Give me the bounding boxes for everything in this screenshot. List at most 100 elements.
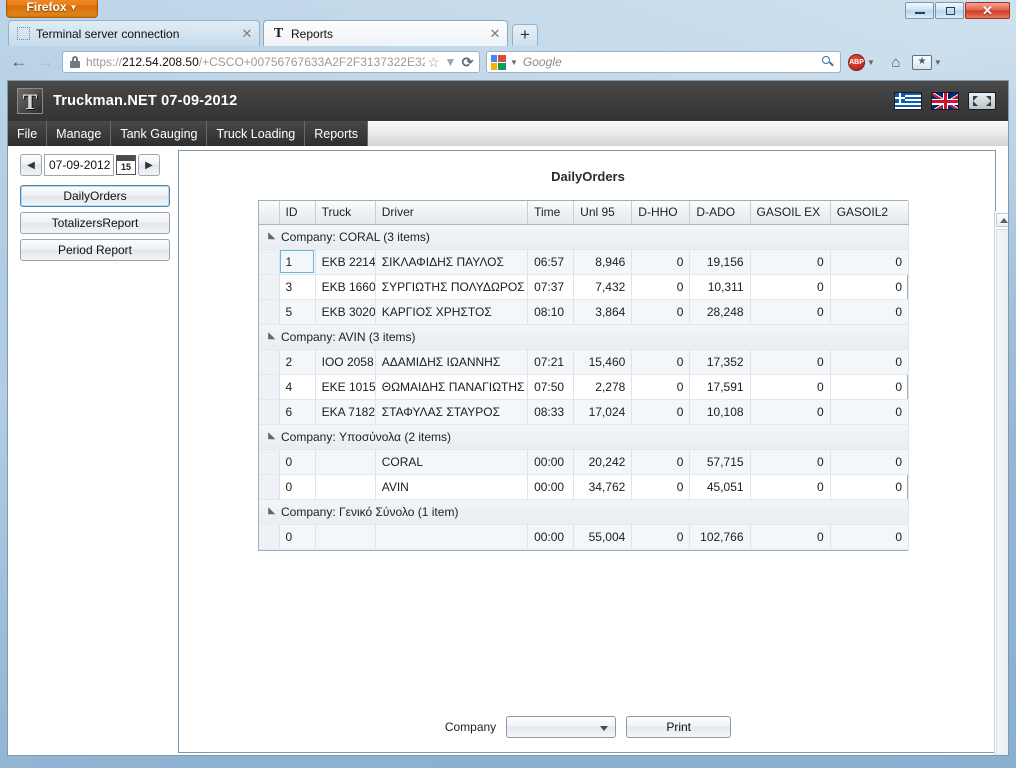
flag-greece-icon[interactable] — [894, 92, 922, 110]
cell-dado[interactable]: 28,248 — [689, 299, 751, 325]
table-row[interactable]: 5 EKB 3020 ΚΑΡΓΙΟΣ ΧΡΗΣΤΟΣ 08:10 3,864 0 28,24… — [259, 299, 910, 325]
cell-truck[interactable]: EKB 3020 — [315, 299, 376, 325]
cell-time[interactable]: 08:10 — [527, 299, 575, 325]
col-header-gasoil2[interactable]: GASOIL2 — [830, 201, 910, 225]
group-header-row[interactable]: Company: CORAL (3 items) — [259, 224, 909, 250]
cell-id[interactable]: 5 — [279, 299, 316, 325]
cell-time[interactable]: 00:00 — [527, 474, 575, 500]
chevron-down-icon[interactable]: ▼ — [442, 55, 459, 69]
cell-dado[interactable]: 10,311 — [689, 274, 751, 300]
cell-gasoil2[interactable]: 0 — [830, 474, 910, 500]
tab-close-icon[interactable]: ✕ — [487, 26, 503, 42]
cell-dado[interactable]: 57,715 — [689, 449, 751, 475]
cell-driver[interactable]: ΚΑΡΓΙΟΣ ΧΡΗΣΤΟΣ — [375, 299, 529, 325]
cell-truck[interactable] — [315, 474, 376, 500]
cell-dhho[interactable]: 0 — [631, 249, 691, 275]
flag-uk-icon[interactable] — [931, 92, 959, 110]
bookmarks-button[interactable]: ★ ▼ — [911, 54, 947, 70]
cell-dhho[interactable]: 0 — [631, 274, 691, 300]
col-header-time[interactable]: Time — [527, 201, 575, 225]
cell-dado[interactable]: 19,156 — [689, 249, 751, 275]
calendar-icon[interactable]: 15 — [116, 155, 136, 175]
cell-dhho[interactable]: 0 — [631, 299, 691, 325]
cell-dhho[interactable]: 0 — [631, 374, 691, 400]
menu-item-tank-gauging[interactable]: Tank Gauging — [111, 121, 208, 146]
cell-time[interactable]: 07:50 — [527, 374, 575, 400]
cell-dhho[interactable]: 0 — [631, 449, 691, 475]
cell-dado[interactable]: 102,766 — [689, 524, 751, 550]
group-header-row[interactable]: Company: Υποσύνολα (2 items) — [259, 424, 909, 450]
triangle-collapse-icon[interactable] — [264, 507, 276, 518]
cell-gasoil2[interactable]: 0 — [830, 449, 910, 475]
tab-close-icon[interactable]: ✕ — [239, 26, 255, 42]
col-header-dhho[interactable]: D-HHO — [631, 201, 691, 225]
date-prev-button[interactable]: ◀ — [20, 154, 42, 176]
cell-gasoil-ex[interactable]: 0 — [750, 299, 831, 325]
table-row[interactable]: 2 IOO 2058 ΑΔΑΜΙΔΗΣ ΙΩΑΝΝΗΣ 07:21 15,460 0 17,… — [259, 349, 910, 375]
cell-id[interactable]: 0 — [279, 449, 316, 475]
table-row[interactable]: 3 EKB 1660 ΣΥΡΓΙΩΤΗΣ ΠΟΛΥΔΩΡΟΣ 07:37 7,432 0 1… — [259, 274, 910, 300]
table-row[interactable]: 1 EKB 2214 ΣΙΚΛΑΦΙΔΗΣ ΠΑΥΛΟΣ 06:57 8,946 0 19,… — [259, 249, 910, 275]
reload-icon[interactable]: ⟳ — [459, 54, 476, 71]
cell-unl95[interactable]: 34,762 — [573, 474, 633, 500]
cell-id[interactable]: 3 — [279, 274, 316, 300]
date-next-button[interactable]: ▶ — [138, 154, 160, 176]
sidebar-item-totalizersreport[interactable]: TotalizersReport — [20, 212, 170, 234]
table-row[interactable]: 0 00:00 55,004 0 102,766 0 0 — [259, 524, 910, 550]
cell-gasoil2[interactable]: 0 — [830, 299, 910, 325]
cell-truck[interactable]: EKB 2214 — [315, 249, 376, 275]
menu-item-file[interactable]: File — [8, 121, 48, 146]
cell-driver[interactable]: ΑΔΑΜΙΔΗΣ ΙΩΑΝΝΗΣ — [375, 349, 529, 375]
cell-id[interactable]: 4 — [279, 374, 316, 400]
table-row[interactable]: 6 EKA 7182 ΣΤΑΦΥΛΑΣ ΣΤΑΥΡΟΣ 08:33 17,024 0 10,… — [259, 399, 910, 425]
cell-unl95[interactable]: 17,024 — [573, 399, 633, 425]
window-close-button[interactable]: ✕ — [965, 2, 1010, 19]
cell-dhho[interactable]: 0 — [631, 399, 691, 425]
magnifier-icon[interactable] — [820, 55, 836, 70]
scroll-up-button[interactable] — [996, 213, 1008, 227]
cell-id[interactable]: 0 — [279, 474, 316, 500]
cell-unl95[interactable]: 2,278 — [573, 374, 633, 400]
cell-truck[interactable]: IOO 2058 — [315, 349, 376, 375]
col-header-truck[interactable]: Truck — [315, 201, 376, 225]
cell-truck[interactable] — [315, 524, 376, 550]
url-bar[interactable]: https://212.54.208.50/+CSCO+00756767633A… — [62, 51, 480, 73]
cell-dhho[interactable]: 0 — [631, 474, 691, 500]
page-scrollbar[interactable] — [994, 211, 1008, 755]
cell-unl95[interactable]: 8,946 — [573, 249, 633, 275]
company-select[interactable] — [506, 716, 617, 738]
cell-truck[interactable]: EKB 1660 — [315, 274, 376, 300]
cell-id[interactable]: 1 — [279, 249, 316, 275]
cell-gasoil2[interactable]: 0 — [830, 399, 910, 425]
col-header-gasoil-ex[interactable]: GASOIL EX — [750, 201, 831, 225]
firefox-app-menu-button[interactable]: Firefox ▼ — [6, 0, 98, 18]
cell-unl95[interactable]: 7,432 — [573, 274, 633, 300]
col-header-driver[interactable]: Driver — [375, 201, 529, 225]
cell-driver[interactable]: CORAL — [375, 449, 529, 475]
sidebar-item-period-report[interactable]: Period Report — [20, 239, 170, 261]
cell-driver[interactable]: ΣΤΑΦΥΛΑΣ ΣΤΑΥΡΟΣ — [375, 399, 529, 425]
cell-gasoil-ex[interactable]: 0 — [750, 249, 831, 275]
search-input[interactable]: Google — [523, 55, 820, 69]
search-bar[interactable]: ▼ Google — [486, 51, 841, 73]
cell-driver[interactable]: ΣΙΚΛΑΦΙΔΗΣ ΠΑΥΛΟΣ — [375, 249, 529, 275]
cell-unl95[interactable]: 55,004 — [573, 524, 633, 550]
cell-truck[interactable]: EKE 1015 — [315, 374, 376, 400]
cell-gasoil-ex[interactable]: 0 — [750, 474, 831, 500]
col-header-dado[interactable]: D-ADO — [689, 201, 751, 225]
cell-time[interactable]: 00:00 — [527, 449, 575, 475]
cell-gasoil2[interactable]: 0 — [830, 374, 910, 400]
cell-unl95[interactable]: 3,864 — [573, 299, 633, 325]
back-button[interactable]: ← — [6, 52, 32, 72]
triangle-collapse-icon[interactable] — [264, 232, 276, 243]
cell-truck[interactable] — [315, 449, 376, 475]
triangle-collapse-icon[interactable] — [264, 332, 276, 343]
fullscreen-icon[interactable] — [968, 92, 996, 110]
menu-item-manage[interactable]: Manage — [47, 121, 112, 146]
cell-driver[interactable] — [375, 524, 529, 550]
cell-id[interactable]: 6 — [279, 399, 316, 425]
cell-gasoil-ex[interactable]: 0 — [750, 524, 831, 550]
cell-gasoil-ex[interactable]: 0 — [750, 399, 831, 425]
table-row[interactable]: 4 EKE 1015 ΘΩΜΑΙΔΗΣ ΠΑΝΑΓΙΩΤΗΣ 07:50 2,278 0 1… — [259, 374, 910, 400]
tab-reports[interactable]: T Reports ✕ — [263, 20, 508, 46]
